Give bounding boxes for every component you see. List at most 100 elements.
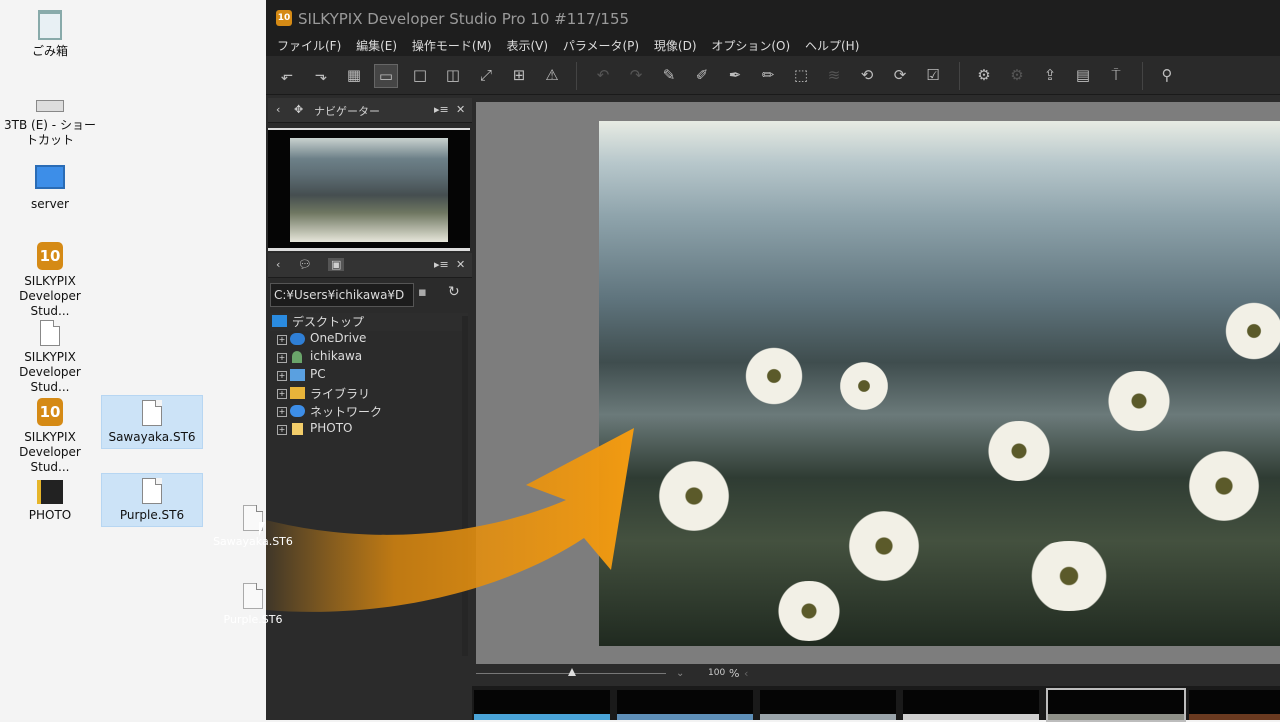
search-settings-icon[interactable]: ⚲ bbox=[1156, 64, 1178, 86]
eyedropper-icon[interactable]: ✒ bbox=[724, 64, 746, 86]
display-settings-icon[interactable]: ▤ bbox=[1072, 64, 1094, 86]
tree-item-onedrive[interactable]: + OneDrive bbox=[270, 331, 468, 349]
navigator-preview-image bbox=[290, 138, 448, 242]
thumbnail-view-icon[interactable]: ▦ bbox=[343, 64, 365, 86]
desktop-icon-silkypix-3[interactable]: 10 SILKYPIX Developer Stud... bbox=[0, 398, 100, 475]
expand-icon[interactable]: + bbox=[277, 335, 287, 345]
film-thumbnail-selected[interactable] bbox=[1046, 688, 1186, 722]
tool-settings-icon[interactable]: ⍑ bbox=[1105, 64, 1127, 86]
export-icon[interactable]: ⇪ bbox=[1039, 64, 1061, 86]
single-view-icon[interactable]: □ bbox=[409, 64, 431, 86]
film-thumbnail[interactable] bbox=[617, 690, 753, 720]
desktop-icon-purple[interactable]: Purple.ST6 bbox=[101, 473, 203, 527]
collapse-left-icon[interactable]: ‹ bbox=[276, 103, 280, 116]
tree-item-photo[interactable]: + PHOTO bbox=[270, 421, 468, 439]
computer-icon bbox=[35, 165, 65, 189]
menu-file[interactable]: ファイル(F) bbox=[277, 37, 341, 54]
comment-tab-icon[interactable]: 💬︎ bbox=[298, 258, 312, 271]
expand-icon[interactable]: + bbox=[277, 389, 287, 399]
expand-icon[interactable]: + bbox=[277, 353, 287, 363]
panel-menu-icon[interactable]: ▸≡ bbox=[434, 258, 449, 271]
menu-mode[interactable]: 操作モード(M) bbox=[412, 37, 492, 54]
crop-icon[interactable]: ⬚ bbox=[790, 64, 812, 86]
dragged-file-purple: Purple.ST6 bbox=[213, 583, 293, 626]
navigator-header: ‹ ✥ ナビゲーター ▸≡ ✕ bbox=[268, 98, 472, 123]
tree-item-pc[interactable]: + PC bbox=[270, 367, 468, 385]
film-thumbnail[interactable] bbox=[1189, 690, 1280, 720]
desktop-icon-silkypix-1[interactable]: 10 SILKYPIX Developer Stud... bbox=[0, 242, 100, 319]
file-icon bbox=[142, 478, 162, 504]
zoom-arrow-icon[interactable]: ‹ bbox=[744, 667, 748, 680]
fullscreen-icon[interactable]: ⤢ bbox=[475, 64, 497, 86]
thumbnail-image bbox=[1189, 714, 1280, 720]
tree-item-network[interactable]: + ネットワーク bbox=[270, 403, 468, 421]
folder-path-field[interactable]: C:¥Users¥ichikawa¥D bbox=[270, 283, 414, 307]
mark-check-icon[interactable]: ☑ bbox=[922, 64, 944, 86]
panel-menu-icon[interactable]: ▸≡ bbox=[434, 103, 449, 116]
browser-panel: ‹ 💬︎ ▣ ▸≡ ✕ bbox=[268, 253, 472, 281]
film-thumbnail[interactable] bbox=[474, 690, 610, 720]
develop-settings-icon[interactable]: ⚙ bbox=[973, 64, 995, 86]
film-thumbnail[interactable] bbox=[760, 690, 896, 720]
undo-icon[interactable]: ↶ bbox=[592, 64, 614, 86]
filmstrip bbox=[472, 686, 1280, 722]
folder-nav-icon[interactable]: ▪ bbox=[418, 285, 427, 300]
folder-tab-icon[interactable]: ▣ bbox=[328, 258, 345, 271]
thumbnail-image bbox=[617, 714, 753, 720]
navigator-thumbnail[interactable] bbox=[268, 128, 470, 251]
menu-options[interactable]: オプション(O) bbox=[711, 37, 790, 54]
folder-path-text: C:¥Users¥ichikawa¥D bbox=[274, 288, 405, 302]
layers-icon[interactable]: ≋ bbox=[823, 64, 845, 86]
close-icon[interactable]: ✕ bbox=[456, 258, 465, 271]
prev-image-icon[interactable]: ⬐ bbox=[276, 64, 298, 86]
menu-help[interactable]: ヘルプ(H) bbox=[805, 37, 859, 54]
image-viewer[interactable] bbox=[476, 102, 1280, 664]
menu-develop[interactable]: 現像(D) bbox=[654, 37, 697, 54]
photo-daisy bbox=[649, 461, 739, 531]
tree-item-library[interactable]: + ライブラリ bbox=[270, 385, 468, 403]
browser-header: ‹ 💬︎ ▣ ▸≡ ✕ bbox=[268, 253, 472, 278]
desktop-icon-sawayaka[interactable]: Sawayaka.ST6 bbox=[101, 395, 203, 449]
tree-scrollbar[interactable] bbox=[462, 316, 468, 656]
zoom-dropdown-icon[interactable]: ⌄ bbox=[676, 668, 684, 679]
tree-item-label: ライブラリ bbox=[310, 387, 371, 401]
compare-view-icon[interactable]: ◫ bbox=[442, 64, 464, 86]
desktop-icon-silkypix-2[interactable]: SILKYPIX Developer Stud... bbox=[0, 320, 100, 395]
desktop-icon-photo-folder[interactable]: PHOTO bbox=[0, 480, 100, 523]
refresh-icon[interactable]: ↻ bbox=[448, 284, 460, 300]
collapse-left-icon[interactable]: ‹ bbox=[276, 258, 280, 271]
dust-removal-icon[interactable]: ✏ bbox=[757, 64, 779, 86]
close-icon[interactable]: ✕ bbox=[456, 103, 465, 116]
film-thumbnail[interactable] bbox=[903, 690, 1039, 720]
desktop-icon-recycle-bin[interactable]: ごみ箱 bbox=[0, 10, 100, 59]
desktop-icon-label: ごみ箱 bbox=[31, 44, 68, 58]
expand-icon[interactable]: + bbox=[277, 407, 287, 417]
photo-daisy bbox=[1219, 301, 1280, 361]
preview-filmstrip-view-icon[interactable]: ▭ bbox=[374, 64, 398, 88]
desktop-icon-label: 3TB (E) - ショートカット bbox=[4, 118, 96, 147]
tree-item-desktop[interactable]: デスクトップ bbox=[270, 313, 468, 331]
menu-parameters[interactable]: パラメータ(P) bbox=[563, 37, 639, 54]
tree-item-ichikawa[interactable]: + ichikawa bbox=[270, 349, 468, 367]
desktop-icon-drive-shortcut[interactable]: 3TB (E) - ショートカット bbox=[0, 98, 100, 148]
warning-icon[interactable]: ⚠ bbox=[541, 64, 563, 86]
network-icon bbox=[290, 405, 305, 417]
redo-icon[interactable]: ↷ bbox=[625, 64, 647, 86]
desktop-icon-server[interactable]: server bbox=[0, 165, 100, 212]
rotate-right-icon[interactable]: ⟳ bbox=[889, 64, 911, 86]
spot-tool-icon[interactable]: ✎ bbox=[658, 64, 680, 86]
tree-item-label: OneDrive bbox=[310, 331, 367, 345]
window-title: SILKYPIX Developer Studio Pro 10 #117/15… bbox=[298, 10, 630, 28]
expand-icon[interactable]: + bbox=[277, 425, 287, 435]
grid-overlay-icon[interactable]: ⊞ bbox=[508, 64, 530, 86]
zoom-slider-thumb[interactable] bbox=[568, 668, 576, 676]
preview-photo[interactable] bbox=[599, 121, 1280, 646]
menu-view[interactable]: 表示(V) bbox=[506, 37, 548, 54]
zoom-value[interactable]: 100 bbox=[708, 668, 725, 678]
batch-develop-icon[interactable]: ⚙ bbox=[1006, 64, 1028, 86]
menu-edit[interactable]: 編集(E) bbox=[356, 37, 397, 54]
brush-tool-icon[interactable]: ✐ bbox=[691, 64, 713, 86]
rotate-left-icon[interactable]: ⟲ bbox=[856, 64, 878, 86]
next-image-icon[interactable]: ⬎ bbox=[310, 64, 332, 86]
expand-icon[interactable]: + bbox=[277, 371, 287, 381]
